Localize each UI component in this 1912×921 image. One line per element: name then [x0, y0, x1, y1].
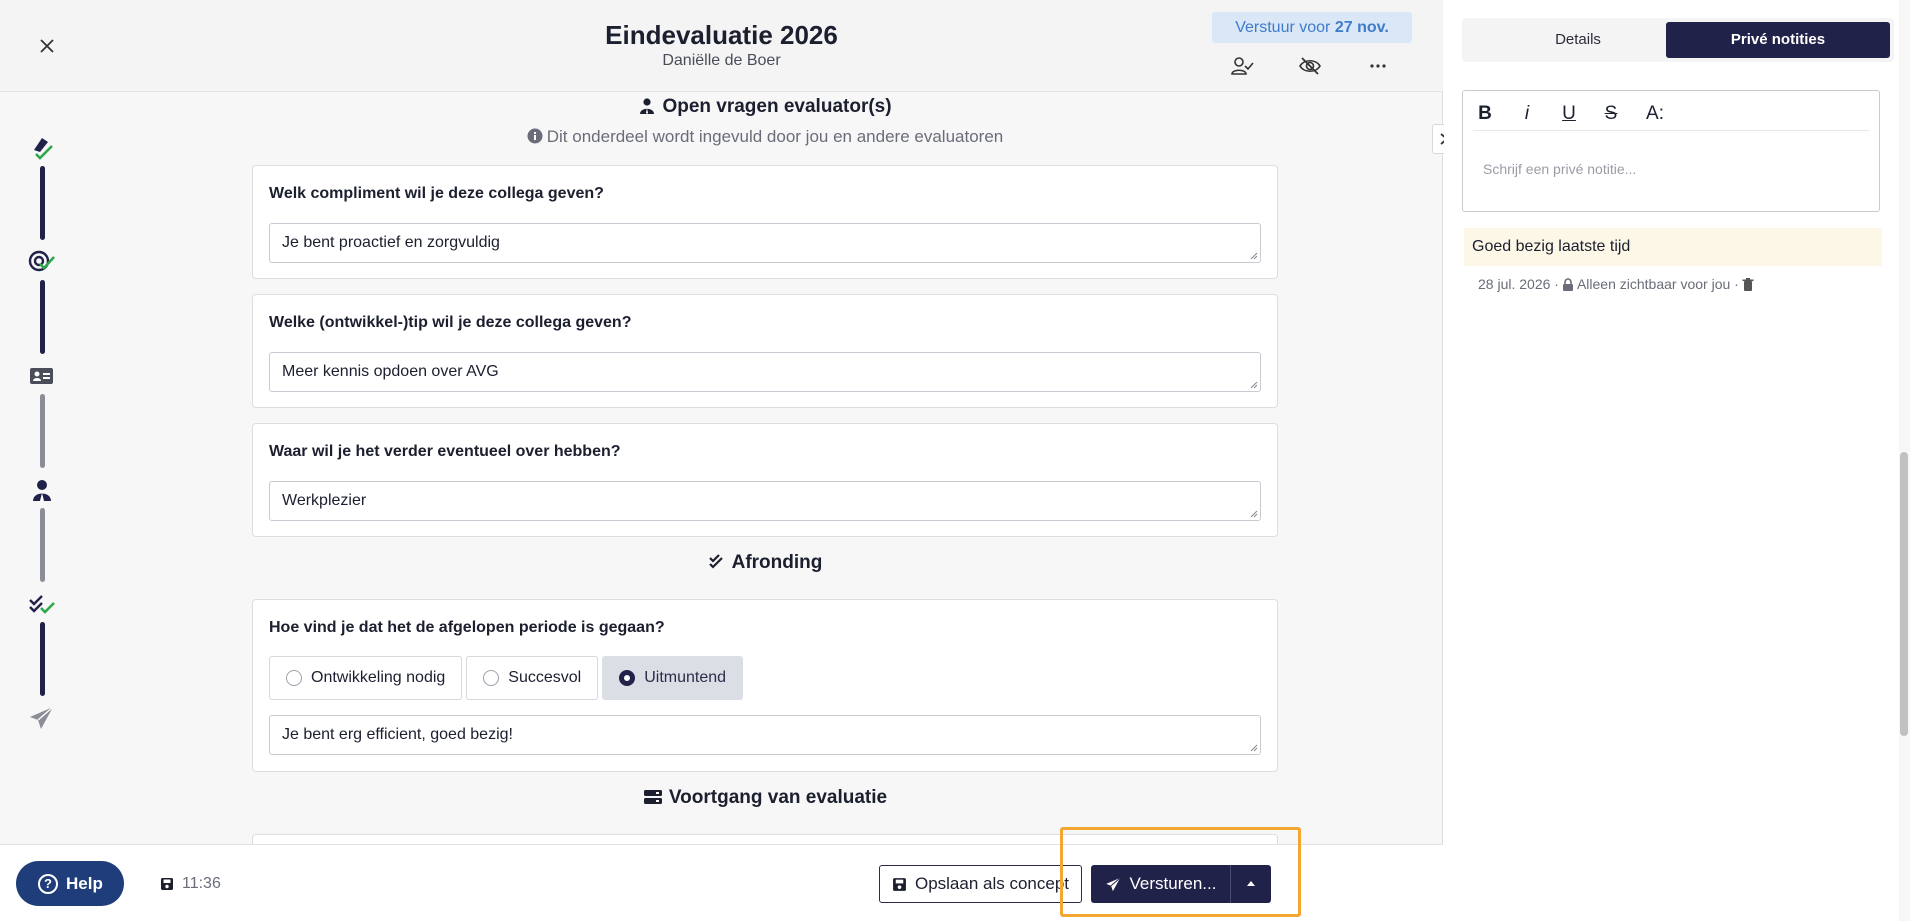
- answer-field[interactable]: Je bent proactief en zorgvuldig: [269, 223, 1261, 263]
- send-options-button[interactable]: [1230, 865, 1271, 903]
- step-connector: [40, 394, 45, 468]
- bold-button[interactable]: B: [1473, 103, 1497, 129]
- hide-icon[interactable]: [1298, 54, 1324, 80]
- target-check-icon[interactable]: [28, 248, 56, 276]
- send-icon[interactable]: [28, 704, 56, 732]
- note-editor: B i U S A: Schrijf een privé notitie...: [1462, 90, 1880, 212]
- side-panel: Details Privé notities B i U S A: Schrij…: [1444, 0, 1912, 921]
- section-info: Dit onderdeel wordt ingevuld door jou en…: [252, 127, 1278, 147]
- resize-grip-icon[interactable]: [1250, 744, 1258, 752]
- question-card: Waar wil je het verder eventueel over he…: [252, 423, 1278, 537]
- strikethrough-button[interactable]: S: [1599, 103, 1623, 129]
- caret-up-icon: [1247, 881, 1255, 886]
- deadline-date: 27 nov.: [1334, 19, 1389, 36]
- resize-grip-icon[interactable]: [1250, 252, 1258, 260]
- radio-icon: [483, 670, 500, 686]
- radio-selected-icon: [619, 670, 636, 686]
- note-input[interactable]: Schrijf een privé notitie...: [1483, 161, 1636, 177]
- footer-bar: ? Help 11:36 Opslaan als concept Versture…: [0, 844, 1443, 921]
- assign-user-icon[interactable]: [1230, 54, 1256, 80]
- person-icon[interactable]: [28, 476, 56, 504]
- lock-icon: [1562, 277, 1573, 291]
- step-connector: [40, 622, 45, 696]
- question-label: Welke (ontwikkel-)tip wil je deze colleg…: [269, 314, 632, 331]
- question-icon: ?: [38, 873, 58, 894]
- step-connector: [40, 166, 45, 240]
- id-card-icon[interactable]: [28, 362, 56, 390]
- employee-name: Daniëlle de Boer: [662, 52, 781, 69]
- question-label: Hoe vind je dat het de afgelopen periode…: [269, 619, 665, 636]
- deadline-badge: Verstuur voor 27 nov.: [1212, 12, 1412, 43]
- option-ontwikkeling-nodig[interactable]: Ontwikkeling nodig: [269, 656, 463, 700]
- question-label: Waar wil je het verder eventueel over he…: [269, 443, 621, 460]
- info-icon: [527, 128, 543, 144]
- step-connector: [40, 508, 45, 582]
- autosave-status: 11:36: [160, 875, 221, 893]
- resize-grip-icon[interactable]: [1250, 381, 1258, 389]
- radio-icon: [286, 670, 302, 686]
- question-label: Welk compliment wil je deze collega geve…: [269, 185, 604, 202]
- double-check-icon: [708, 554, 723, 569]
- question-card: Welk compliment wil je deze collega geve…: [252, 165, 1278, 279]
- step-connector: [40, 280, 45, 354]
- note-visibility: Alleen zichtbaar voor jou ·: [1576, 276, 1739, 292]
- resize-grip-icon[interactable]: [1250, 510, 1258, 518]
- text-size-button[interactable]: A:: [1643, 103, 1667, 129]
- scrollbar-thumb[interactable]: [1900, 452, 1908, 736]
- rocket-check-icon[interactable]: [28, 134, 56, 162]
- option-uitmuntend[interactable]: Uitmuntend: [602, 656, 744, 700]
- header-bar: Eindevaluatie 2026 Daniëlle de Boer Vers…: [0, 0, 1443, 92]
- option-succesvol[interactable]: Succesvol: [466, 656, 599, 700]
- underline-button[interactable]: U: [1557, 103, 1581, 129]
- send-icon: [1105, 876, 1121, 891]
- tab-prive-notities[interactable]: Privé notities: [1666, 22, 1890, 58]
- note-meta: 28 jul. 2026 · Alleen zichtbaar voor jou…: [1478, 276, 1757, 292]
- send-button[interactable]: Versturen...: [1091, 865, 1230, 903]
- answer-field[interactable]: Werkplezier: [269, 481, 1261, 521]
- section-title-afronding: Afronding: [252, 552, 1278, 574]
- deadline-prefix: Verstuur voor: [1235, 19, 1331, 36]
- rating-options: Ontwikkeling nodig Succesvol Uitmuntend: [269, 656, 747, 700]
- rating-card: Hoe vind je dat het de afgelopen periode…: [252, 599, 1278, 772]
- comment-field[interactable]: Je bent erg efficient, goed bezig!: [269, 715, 1261, 755]
- evaluation-main: Eindevaluatie 2026 Daniëlle de Boer Vers…: [0, 0, 1443, 921]
- trash-icon[interactable]: [1742, 277, 1754, 291]
- more-icon[interactable]: [1366, 54, 1392, 80]
- double-check-icon[interactable]: [28, 590, 56, 618]
- panel-tabs: Details Privé notities: [1462, 18, 1894, 62]
- section-title-voortgang: Voortgang van evaluatie: [252, 787, 1278, 809]
- italic-button[interactable]: i: [1515, 103, 1539, 129]
- section-title-open-questions: Open vragen evaluator(s): [252, 96, 1278, 118]
- save-concept-button[interactable]: Opslaan als concept: [879, 865, 1082, 903]
- save-icon: [161, 878, 173, 890]
- help-button[interactable]: ? Help: [16, 861, 124, 906]
- save-icon: [893, 877, 906, 891]
- question-card: Welke (ontwikkel-)tip wil je deze colleg…: [252, 294, 1278, 408]
- answer-field[interactable]: Meer kennis opdoen over AVG: [269, 352, 1261, 392]
- editor-toolbar: B i U S A:: [1473, 103, 1869, 131]
- server-icon: [643, 790, 662, 804]
- person-icon: [640, 98, 655, 114]
- tab-details[interactable]: Details: [1466, 22, 1690, 58]
- private-note: Goed bezig laatste tijd: [1464, 228, 1882, 266]
- note-date: 28 jul. 2026 ·: [1478, 276, 1559, 292]
